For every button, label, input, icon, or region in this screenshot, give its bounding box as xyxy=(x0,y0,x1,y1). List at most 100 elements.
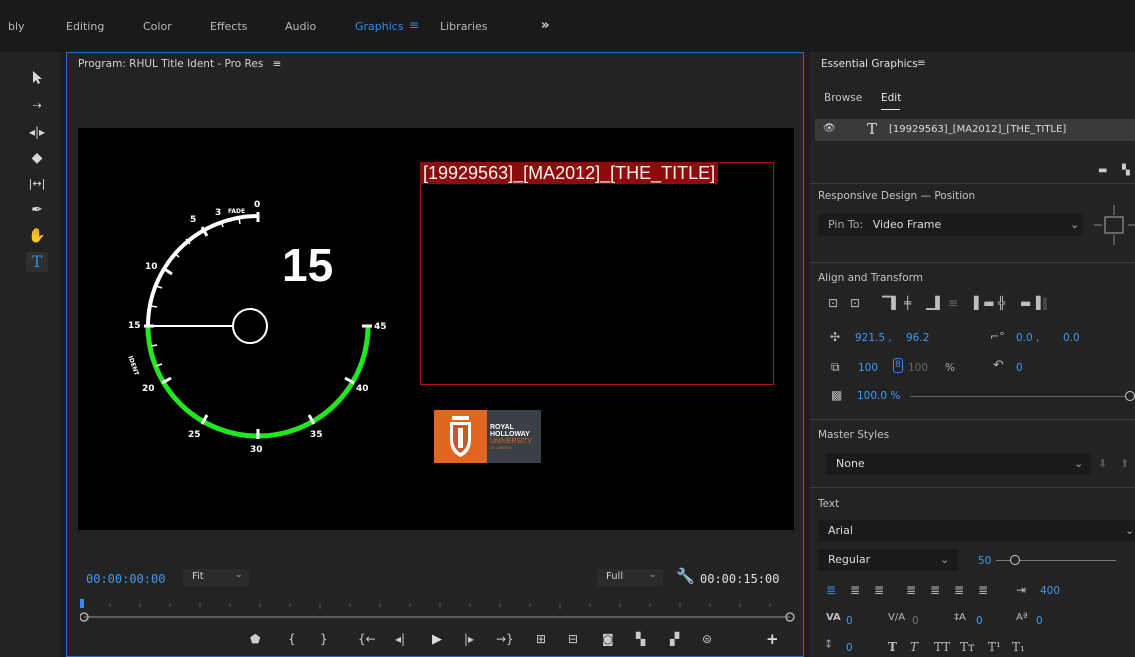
tracking-value[interactable]: 400 xyxy=(1040,585,1060,597)
font-style-dropdown[interactable]: Regular ⌄ xyxy=(818,549,958,571)
distribute-vertical-icon[interactable]: ≡ xyxy=(948,296,958,310)
gauge-label-0: 0 xyxy=(254,200,261,210)
new-folder-icon[interactable]: ▬ xyxy=(1098,165,1107,176)
go-to-in-icon[interactable]: {← xyxy=(358,632,376,646)
link-scale-icon[interactable]: 8 xyxy=(893,358,903,373)
font-family-dropdown[interactable]: Arial ⌄ xyxy=(818,520,1135,542)
tsume-value[interactable]: 0 xyxy=(846,642,853,654)
play-icon[interactable]: ▶ xyxy=(432,632,442,647)
chevron-down-icon: ⌄ xyxy=(1070,218,1080,231)
track-select-tool-icon[interactable]: ⇢ xyxy=(26,96,48,116)
slip-tool-icon[interactable]: |↔| xyxy=(26,174,48,194)
pin-to-dropdown[interactable]: Pin To: Video Frame ⌄ xyxy=(818,214,1083,236)
superscript-icon[interactable]: T¹ xyxy=(988,640,1001,654)
workspace-tab-color[interactable]: Color xyxy=(143,20,172,33)
align-left-icon[interactable]: ▌▬ xyxy=(974,296,995,310)
new-layer-icon[interactable]: ▚ xyxy=(1122,165,1130,176)
layer-row[interactable]: 👁 T [19929563]_[MA2012]_[THE_TITLE] xyxy=(815,119,1135,141)
align-middle-icon[interactable]: ╪ xyxy=(904,296,911,310)
align-text-left-icon[interactable]: ≣ xyxy=(826,583,836,597)
kerning-value[interactable]: 0 xyxy=(846,615,853,627)
ripple-edit-tool-icon[interactable]: ◂|▸ xyxy=(26,122,48,142)
distribute-horizontal-icon[interactable]: ‖ xyxy=(1042,296,1048,310)
overwrite-icon[interactable]: ▞ xyxy=(670,632,679,646)
export-frame-camera-icon[interactable]: ◙ xyxy=(602,632,614,646)
time-ruler[interactable] xyxy=(79,597,796,623)
small-caps-icon[interactable]: Tт xyxy=(960,640,975,654)
pen-tool-icon[interactable]: ✒ xyxy=(26,200,48,220)
zoom-dropdown[interactable]: Fit ⌄ xyxy=(183,569,249,586)
workspace-tab-assembly[interactable]: bly xyxy=(8,20,25,33)
opacity-slider[interactable] xyxy=(910,396,1130,397)
video-frame[interactable]: 0 3 FADE 5 10 15 IDENT 20 25 30 35 40 45… xyxy=(78,128,794,530)
lift-icon[interactable]: ⊞ xyxy=(536,632,546,646)
gauge-label-30: 30 xyxy=(250,445,263,455)
font-size-value[interactable]: 50 xyxy=(978,555,991,567)
align-bottom-icon[interactable]: ▁▌ xyxy=(926,296,944,310)
align-horizontal-center-icon[interactable]: ⊡ xyxy=(850,296,860,310)
justify-left-icon[interactable]: ≣ xyxy=(906,583,916,597)
align-top-icon[interactable]: ▔▌ xyxy=(882,296,900,310)
mark-out-icon[interactable]: } xyxy=(320,632,328,646)
font-size-slider-handle[interactable] xyxy=(1010,555,1020,565)
scale-value[interactable]: 100 xyxy=(858,362,878,374)
align-text-center-icon[interactable]: ≣ xyxy=(850,583,860,597)
position-y-value[interactable]: 96.2 xyxy=(906,332,929,344)
align-right-icon[interactable]: ▬▐ xyxy=(1020,296,1041,310)
all-caps-icon[interactable]: TT xyxy=(934,640,950,654)
add-button-icon[interactable]: + xyxy=(766,630,779,648)
add-marker-icon[interactable]: ⬟ xyxy=(250,632,260,646)
workspace-tab-graphics[interactable]: Graphics xyxy=(355,20,404,33)
justify-all-icon[interactable]: ≣ xyxy=(978,583,988,597)
mark-in-icon[interactable]: { xyxy=(288,632,296,646)
insert-icon[interactable]: ▚ xyxy=(636,632,645,646)
justify-right-icon[interactable]: ≣ xyxy=(954,583,964,597)
hand-tool-icon[interactable]: ✋ xyxy=(26,226,48,246)
go-to-out-icon[interactable]: →} xyxy=(496,632,514,646)
workspace-menu-icon[interactable]: ≡ xyxy=(409,18,419,32)
push-down-icon[interactable]: ⬇ xyxy=(1098,457,1107,470)
faux-bold-icon[interactable]: T xyxy=(888,640,897,654)
subscript-icon[interactable]: T₁ xyxy=(1012,640,1025,654)
eye-visibility-icon[interactable]: 👁 xyxy=(823,123,836,134)
leading-value[interactable]: 0 xyxy=(976,615,983,627)
tab-browse[interactable]: Browse xyxy=(824,92,862,104)
anchor-x-value[interactable]: 0.0 , xyxy=(1016,332,1039,344)
pin-edges-widget[interactable] xyxy=(1094,203,1135,247)
workspace-tab-audio[interactable]: Audio xyxy=(285,20,316,33)
workspace-overflow-button[interactable]: » xyxy=(541,18,549,33)
workspace-tab-effects[interactable]: Effects xyxy=(210,20,247,33)
selection-tool-icon[interactable] xyxy=(26,70,48,90)
faux-italic-icon[interactable]: T xyxy=(910,640,918,654)
tsume-icon: ⁑ xyxy=(826,640,831,651)
anchor-y-value[interactable]: 0.0 xyxy=(1063,332,1080,344)
align-text-right-icon[interactable]: ≣ xyxy=(874,583,884,597)
baseline-value[interactable]: 0 xyxy=(1036,615,1043,627)
playback-resolution-dropdown[interactable]: Full ⌄ xyxy=(597,569,663,586)
opacity-value[interactable]: 100.0 % xyxy=(857,390,900,402)
chevron-down-icon: ⌄ xyxy=(1125,524,1135,537)
title-bounding-box[interactable] xyxy=(420,162,774,385)
title-text[interactable]: [19929563]_[MA2012]_[THE_TITLE] xyxy=(420,162,719,184)
panel-menu-icon[interactable]: ≡ xyxy=(273,58,282,70)
workspace-tab-editing[interactable]: Editing xyxy=(66,20,104,33)
playhead-timecode[interactable]: 00:00:00:00 xyxy=(86,572,165,586)
extract-icon[interactable]: ⊟ xyxy=(568,632,578,646)
align-vertical-center-icon[interactable]: ⊡ xyxy=(828,296,838,310)
razor-tool-icon[interactable]: ◆ xyxy=(26,148,48,168)
rotation-value[interactable]: 0 xyxy=(1016,362,1023,374)
justify-center-icon[interactable]: ≣ xyxy=(930,583,940,597)
position-x-value[interactable]: 921.5 , xyxy=(855,332,892,344)
tab-edit[interactable]: Edit xyxy=(881,92,901,104)
step-forward-icon[interactable]: |▸ xyxy=(464,632,474,646)
push-up-icon[interactable]: ⬆ xyxy=(1120,457,1129,470)
step-back-icon[interactable]: ◂| xyxy=(395,632,405,646)
opacity-slider-handle[interactable] xyxy=(1125,391,1135,401)
panel-menu-icon[interactable]: ≡ xyxy=(917,57,926,69)
workspace-tab-libraries[interactable]: Libraries xyxy=(440,20,488,33)
type-tool-icon[interactable]: T xyxy=(26,252,48,272)
align-center-icon[interactable]: ╬ xyxy=(998,296,1005,310)
vr-video-icon[interactable]: ⊜ xyxy=(702,632,712,646)
settings-wrench-icon[interactable]: 🔧 xyxy=(676,567,695,585)
master-style-dropdown[interactable]: None ⌄ xyxy=(826,453,1090,475)
